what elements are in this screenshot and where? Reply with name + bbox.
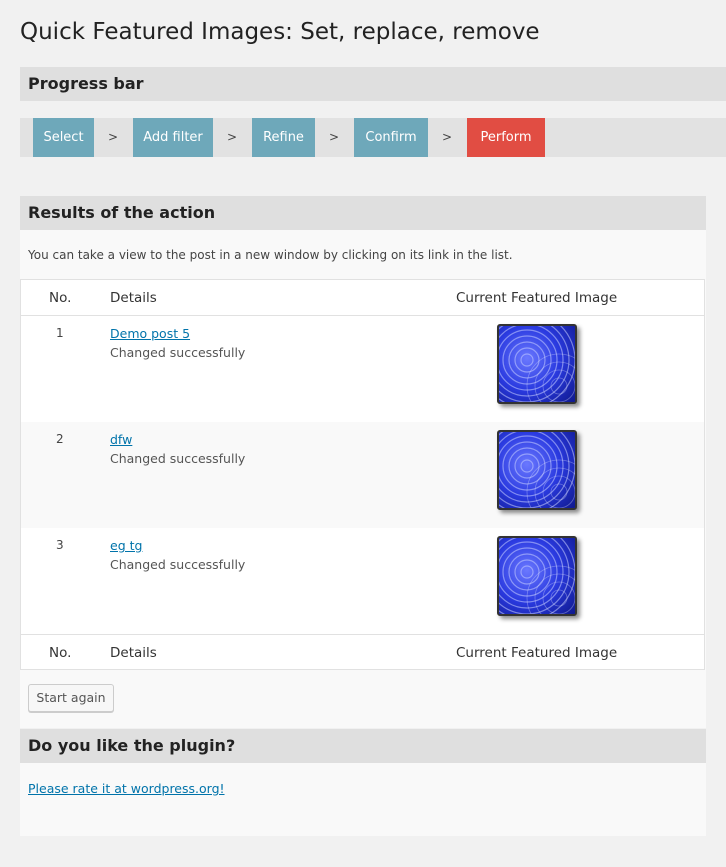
progress-bar: Select > Add filter > Refine > Confirm >…: [20, 118, 726, 157]
step-select: Select: [33, 118, 94, 157]
row-status: Changed successfully: [110, 557, 246, 572]
progress-bar-heading: Progress bar: [20, 67, 726, 101]
row-status: Changed successfully: [110, 451, 246, 466]
table-row: 1 Demo post 5 Changed successfully: [21, 316, 704, 422]
table-header: No. Details Current Featured Image: [21, 280, 704, 316]
step-separator: >: [328, 130, 340, 144]
table-row: 3 eg tg Changed successfully: [21, 528, 704, 634]
step-separator: >: [226, 130, 238, 144]
step-confirm: Confirm: [354, 118, 428, 157]
results-heading: Results of the action: [20, 196, 706, 230]
featured-image-thumbnail: [497, 536, 577, 616]
column-featured-image: Current Featured Image: [456, 645, 618, 661]
like-heading: Do you like the plugin?: [20, 729, 706, 763]
featured-image-thumbnail: [497, 430, 577, 510]
results-panel: You can take a view to the post in a new…: [20, 230, 706, 728]
column-featured-image: Current Featured Image: [456, 290, 618, 306]
row-number: 3: [56, 538, 64, 552]
step-perform: Perform: [467, 118, 545, 157]
column-no: No.: [49, 290, 72, 306]
table-row: 2 dfw Changed successfully: [21, 422, 704, 528]
like-panel: Please rate it at wordpress.org!: [20, 763, 706, 836]
results-intro: You can take a view to the post in a new…: [28, 248, 513, 262]
post-link[interactable]: Demo post 5: [110, 326, 190, 341]
column-details: Details: [110, 645, 157, 661]
start-again-button[interactable]: Start again: [28, 684, 114, 712]
step-separator: >: [107, 130, 119, 144]
row-number: 2: [56, 432, 64, 446]
table-footer: No. Details Current Featured Image: [21, 634, 704, 670]
rate-plugin-link[interactable]: Please rate it at wordpress.org!: [28, 781, 225, 796]
row-status: Changed successfully: [110, 345, 246, 360]
featured-image-thumbnail: [497, 324, 577, 404]
post-link[interactable]: eg tg: [110, 538, 142, 553]
step-refine: Refine: [252, 118, 315, 157]
step-add-filter: Add filter: [133, 118, 213, 157]
row-number: 1: [56, 326, 64, 340]
column-no: No.: [49, 645, 72, 661]
column-details: Details: [110, 290, 157, 306]
post-link[interactable]: dfw: [110, 432, 132, 447]
results-table: No. Details Current Featured Image 1 Dem…: [20, 279, 705, 670]
step-separator: >: [441, 130, 453, 144]
page-title: Quick Featured Images: Set, replace, rem…: [20, 19, 540, 45]
